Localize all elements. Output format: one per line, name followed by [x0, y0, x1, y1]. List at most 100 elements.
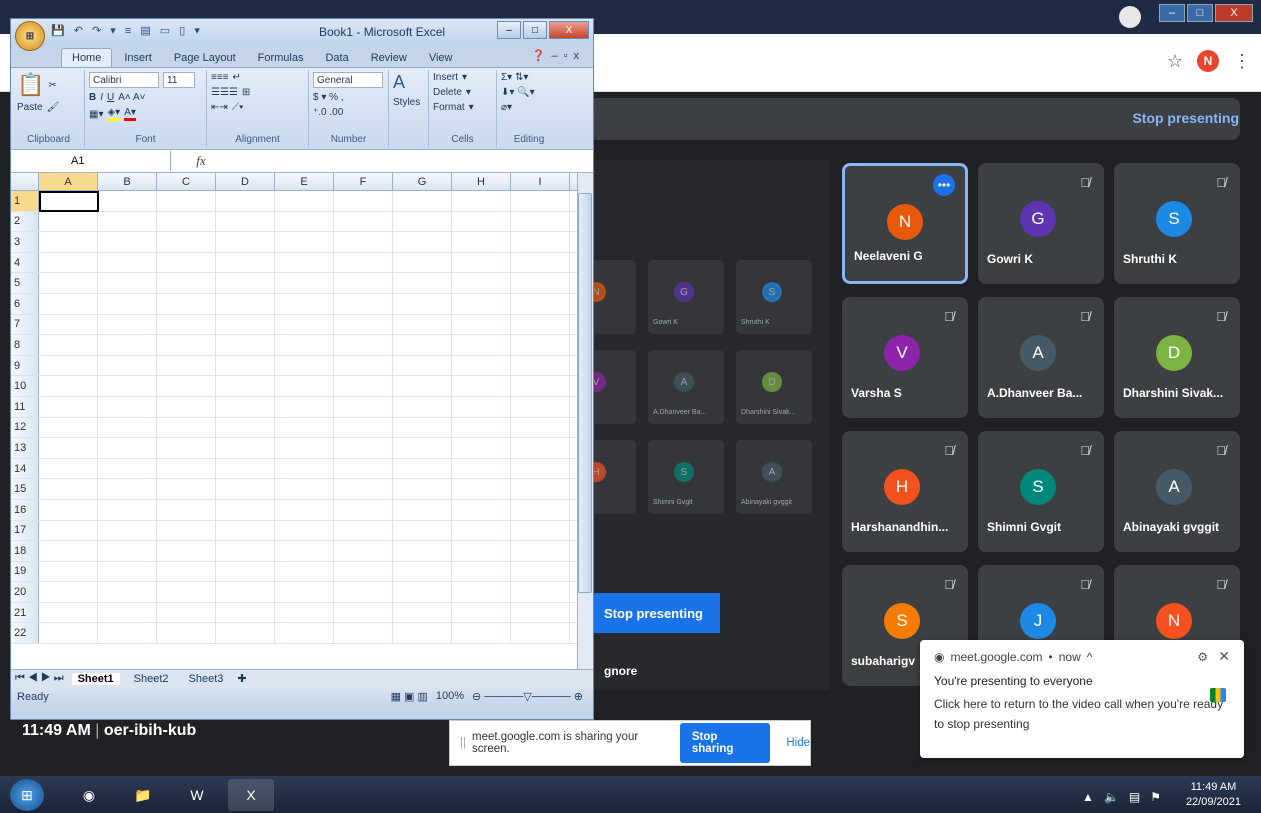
row-header[interactable]: 13	[11, 438, 39, 458]
grid-cell[interactable]	[511, 211, 570, 232]
italic-icon[interactable]: I	[100, 92, 103, 103]
column-header[interactable]: D	[216, 173, 275, 190]
grid-cell[interactable]	[275, 376, 334, 396]
row-header[interactable]: 20	[11, 582, 39, 602]
name-box[interactable]: A1	[11, 151, 171, 171]
vertical-scrollbar[interactable]	[577, 173, 593, 669]
grid-cell[interactable]	[393, 479, 452, 499]
grid-cell[interactable]	[452, 232, 511, 252]
grid-cell[interactable]	[511, 438, 570, 458]
grid-cell[interactable]	[275, 561, 334, 582]
grid-cell[interactable]	[452, 438, 511, 458]
grid-cell[interactable]	[157, 582, 216, 602]
grid-cell[interactable]	[157, 520, 216, 541]
grid-cell[interactable]	[157, 211, 216, 232]
chrome-profile-circle[interactable]	[1119, 6, 1141, 28]
grid-cell[interactable]	[452, 417, 511, 438]
grid-cell[interactable]	[511, 252, 570, 273]
grid-cell[interactable]	[334, 211, 393, 232]
grid-cell[interactable]	[98, 520, 157, 541]
row-header[interactable]: 15	[11, 479, 39, 499]
grid-cell[interactable]	[216, 602, 275, 623]
row-header[interactable]: 16	[11, 499, 39, 520]
grid-cell[interactable]	[334, 479, 393, 499]
grid-cell[interactable]	[511, 417, 570, 438]
borders-icon[interactable]: ▦▾	[89, 109, 103, 120]
grid-cell[interactable]	[334, 232, 393, 252]
start-button-icon[interactable]: ⊞	[10, 779, 44, 811]
grid-cell[interactable]	[275, 191, 334, 211]
grid-cell[interactable]	[39, 541, 98, 561]
menu-kebab-icon[interactable]: ⋮	[1233, 51, 1251, 72]
grid-cell[interactable]	[334, 355, 393, 376]
grid-cell[interactable]	[511, 479, 570, 499]
grid-cell[interactable]	[452, 355, 511, 376]
stop-presenting-button[interactable]: Stop presenting	[1132, 110, 1239, 126]
hide-button[interactable]: Hide	[786, 737, 810, 749]
fx-icon[interactable]: fx	[171, 153, 231, 169]
grid-cell[interactable]	[157, 273, 216, 293]
grid-cell[interactable]	[511, 541, 570, 561]
column-header[interactable]: C	[157, 173, 216, 190]
grid-cell[interactable]	[393, 582, 452, 602]
grid-cell[interactable]	[511, 499, 570, 520]
grid-cell[interactable]	[39, 232, 98, 252]
participant-tile[interactable]: ••• N Neelaveni G	[842, 163, 968, 284]
indent-icon[interactable]: ⇤⇥	[211, 102, 228, 113]
autosum-icon[interactable]: Σ▾ ⇅▾	[501, 72, 528, 83]
grid-cell[interactable]	[157, 252, 216, 273]
grid-cell[interactable]	[275, 211, 334, 232]
grid-cell[interactable]	[393, 458, 452, 479]
number-format-box[interactable]: General	[313, 72, 383, 88]
insert-sheet-icon[interactable]: ✚	[237, 672, 246, 685]
grid-cell[interactable]	[39, 376, 98, 396]
grid-cell[interactable]	[334, 499, 393, 520]
grid-cell[interactable]	[511, 623, 570, 644]
grid-cell[interactable]	[216, 293, 275, 314]
wrap-text-icon[interactable]: ↵	[233, 72, 241, 83]
grid-cell[interactable]	[98, 561, 157, 582]
row-header[interactable]: 1	[11, 191, 39, 211]
currency-icon[interactable]: $ ▾ % ,	[313, 92, 344, 103]
grid-cell[interactable]	[393, 499, 452, 520]
column-header[interactable]: B	[98, 173, 157, 190]
grid-cell[interactable]	[275, 273, 334, 293]
grid-cell[interactable]	[98, 355, 157, 376]
grid-cell[interactable]	[216, 335, 275, 355]
row-header[interactable]: 17	[11, 520, 39, 541]
row-header[interactable]: 8	[11, 335, 39, 355]
select-all-corner[interactable]	[11, 173, 39, 190]
scroll-thumb[interactable]	[578, 193, 592, 593]
grid-cell[interactable]	[511, 376, 570, 396]
grid-cell[interactable]	[452, 293, 511, 314]
close-icon[interactable]: X	[1215, 4, 1253, 22]
grid-cell[interactable]	[216, 417, 275, 438]
top-align-icon[interactable]: ≡≡≡	[211, 72, 229, 83]
tab-review[interactable]: Review	[361, 49, 417, 67]
grid-cell[interactable]	[275, 355, 334, 376]
grid-cell[interactable]	[452, 499, 511, 520]
row-header[interactable]: 11	[11, 396, 39, 417]
tray-up-icon[interactable]: ▲	[1082, 790, 1094, 804]
grid-cell[interactable]	[452, 458, 511, 479]
grid-cell[interactable]	[39, 438, 98, 458]
clear-icon[interactable]: ⌀▾	[501, 102, 512, 113]
grid-cell[interactable]	[275, 582, 334, 602]
grid-cell[interactable]	[39, 499, 98, 520]
row-header[interactable]: 18	[11, 541, 39, 561]
grid-cell[interactable]	[39, 623, 98, 644]
grid-cell[interactable]	[39, 355, 98, 376]
grid-cell[interactable]	[98, 417, 157, 438]
flag-icon[interactable]: ⚑	[1150, 790, 1161, 804]
grid-cell[interactable]	[452, 252, 511, 273]
paste-icon[interactable]: 📋	[17, 72, 44, 98]
active-cell[interactable]	[39, 191, 99, 212]
grid-cell[interactable]	[216, 623, 275, 644]
grid-cell[interactable]	[511, 458, 570, 479]
grid-cell[interactable]	[157, 623, 216, 644]
close-icon[interactable]: ✕	[1218, 648, 1230, 665]
grid-cell[interactable]	[275, 623, 334, 644]
grid-cell[interactable]	[157, 479, 216, 499]
grid-cell[interactable]	[157, 396, 216, 417]
participant-tile[interactable]: 🎙̸ D Dharshini Sivak...	[1114, 297, 1240, 418]
